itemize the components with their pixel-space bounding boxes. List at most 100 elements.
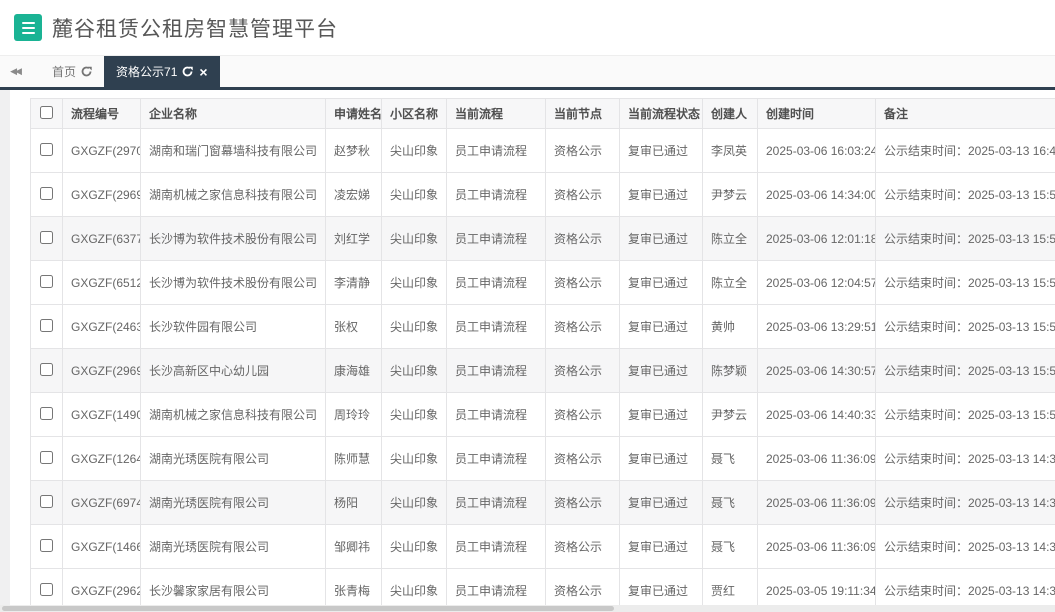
column-header-creator: 创建人 bbox=[703, 99, 758, 129]
cell-company: 湖南光琇医院有限公司 bbox=[141, 525, 326, 569]
table-body: GXGZF(29706) 湖南和瑞门窗幕墙科技有限公司 赵梦秋 尖山印象 员工申… bbox=[31, 129, 1055, 612]
refresh-icon[interactable] bbox=[81, 66, 92, 77]
cell-applicant: 陈师慧 bbox=[326, 437, 382, 481]
cell-applicant: 邹卿祎 bbox=[326, 525, 382, 569]
cell-community: 尖山印象 bbox=[382, 261, 447, 305]
cell-status: 复审已通过 bbox=[620, 481, 703, 525]
cell-company: 湖南光琇医院有限公司 bbox=[141, 437, 326, 481]
table-row[interactable]: GXGZF(29698) 湖南机械之家信息科技有限公司 凌宏娣 尖山印象 员工申… bbox=[31, 173, 1055, 217]
cell-community: 尖山印象 bbox=[382, 481, 447, 525]
cell-community: 尖山印象 bbox=[382, 173, 447, 217]
cell-process-id: GXGZF(29698) bbox=[63, 173, 141, 217]
scrollbar-thumb[interactable] bbox=[2, 606, 614, 611]
cell-created-at: 2025-03-06 14:34:00 bbox=[758, 173, 876, 217]
cell-creator: 尹梦云 bbox=[703, 173, 758, 217]
table-row[interactable]: GXGZF(6512) 长沙博为软件技术股份有限公司 李清静 尖山印象 员工申请… bbox=[31, 261, 1055, 305]
table-row[interactable]: GXGZF(14665) 湖南光琇医院有限公司 邹卿祎 尖山印象 员工申请流程 … bbox=[31, 525, 1055, 569]
row-checkbox[interactable] bbox=[40, 451, 53, 464]
cell-node: 资格公示 bbox=[546, 261, 620, 305]
cell-node: 资格公示 bbox=[546, 525, 620, 569]
table-row[interactable]: GXGZF(6974) 湖南光琇医院有限公司 杨阳 尖山印象 员工申请流程 资格… bbox=[31, 481, 1055, 525]
double-left-icon[interactable]: ◀◀ bbox=[0, 56, 30, 87]
column-header-status: 当前流程状态 bbox=[620, 99, 703, 129]
cell-company: 湖南机械之家信息科技有限公司 bbox=[141, 393, 326, 437]
refresh-icon[interactable] bbox=[182, 66, 193, 77]
select-all-checkbox[interactable] bbox=[40, 106, 53, 119]
row-checkbox[interactable] bbox=[40, 143, 53, 156]
cell-flow: 员工申请流程 bbox=[447, 305, 546, 349]
cell-remark: 公示结束时间：2025-03-13 15:51:41 bbox=[876, 305, 1055, 349]
cell-company: 长沙博为软件技术股份有限公司 bbox=[141, 261, 326, 305]
row-checkbox[interactable] bbox=[40, 495, 53, 508]
cell-applicant: 杨阳 bbox=[326, 481, 382, 525]
tab-bar: ◀◀ 首页 资格公示71 × bbox=[0, 55, 1055, 90]
column-header-remark: 备注 bbox=[876, 99, 1055, 129]
cell-community: 尖山印象 bbox=[382, 217, 447, 261]
cell-company: 湖南和瑞门窗幕墙科技有限公司 bbox=[141, 129, 326, 173]
cell-company: 长沙软件园有限公司 bbox=[141, 305, 326, 349]
tab-home-label: 首页 bbox=[52, 63, 76, 80]
table-row[interactable]: GXGZF(29697) 长沙高新区中心幼儿园 康海雄 尖山印象 员工申请流程 … bbox=[31, 349, 1055, 393]
tab-qualification-publicity[interactable]: 资格公示71 × bbox=[104, 56, 220, 87]
cell-status: 复审已通过 bbox=[620, 437, 703, 481]
cell-creator: 李凤英 bbox=[703, 129, 758, 173]
cell-created-at: 2025-03-06 14:40:33 bbox=[758, 393, 876, 437]
page-title: 麓谷租赁公租房智慧管理平台 bbox=[52, 13, 338, 43]
cell-flow: 员工申请流程 bbox=[447, 481, 546, 525]
row-checkbox[interactable] bbox=[40, 275, 53, 288]
table-row[interactable]: GXGZF(29706) 湖南和瑞门窗幕墙科技有限公司 赵梦秋 尖山印象 员工申… bbox=[31, 129, 1055, 173]
table-row[interactable]: GXGZF(6377) 长沙博为软件技术股份有限公司 刘红学 尖山印象 员工申请… bbox=[31, 217, 1055, 261]
row-checkbox[interactable] bbox=[40, 539, 53, 552]
cell-creator: 陈梦颖 bbox=[703, 349, 758, 393]
row-checkbox[interactable] bbox=[40, 231, 53, 244]
cell-flow: 员工申请流程 bbox=[447, 129, 546, 173]
row-checkbox[interactable] bbox=[40, 407, 53, 420]
tab-qualification-label: 资格公示71 bbox=[116, 63, 177, 80]
column-header-community: 小区名称 bbox=[382, 99, 447, 129]
cell-community: 尖山印象 bbox=[382, 525, 447, 569]
cell-created-at: 2025-03-06 11:36:09 bbox=[758, 437, 876, 481]
cell-status: 复审已通过 bbox=[620, 525, 703, 569]
cell-community: 尖山印象 bbox=[382, 349, 447, 393]
column-header-node: 当前节点 bbox=[546, 99, 620, 129]
cell-community: 尖山印象 bbox=[382, 129, 447, 173]
left-gutter bbox=[0, 90, 10, 612]
cell-remark: 公示结束时间：2025-03-13 15:52:15 bbox=[876, 217, 1055, 261]
cell-community: 尖山印象 bbox=[382, 393, 447, 437]
content-area: 流程编号 企业名称 申请姓名 小区名称 当前流程 当前节点 当前流程状态 创建人… bbox=[0, 90, 1055, 612]
cell-node: 资格公示 bbox=[546, 481, 620, 525]
cell-status: 复审已通过 bbox=[620, 349, 703, 393]
cell-remark: 公示结束时间：2025-03-13 14:38:29 bbox=[876, 525, 1055, 569]
cell-remark: 公示结束时间：2025-03-13 15:52:28 bbox=[876, 173, 1055, 217]
table-panel: 流程编号 企业名称 申请姓名 小区名称 当前流程 当前节点 当前流程状态 创建人… bbox=[10, 98, 1055, 612]
row-checkbox[interactable] bbox=[40, 319, 53, 332]
row-checkbox[interactable] bbox=[40, 187, 53, 200]
cell-creator: 黄帅 bbox=[703, 305, 758, 349]
horizontal-scrollbar[interactable] bbox=[0, 605, 1055, 612]
cell-remark: 公示结束时间：2025-03-13 15:51:06 bbox=[876, 393, 1055, 437]
table-header-row: 流程编号 企业名称 申请姓名 小区名称 当前流程 当前节点 当前流程状态 创建人… bbox=[31, 99, 1055, 129]
cell-process-id: GXGZF(2463) bbox=[63, 305, 141, 349]
cell-status: 复审已通过 bbox=[620, 217, 703, 261]
table-row[interactable]: GXGZF(2463) 长沙软件园有限公司 张权 尖山印象 员工申请流程 资格公… bbox=[31, 305, 1055, 349]
cell-remark: 公示结束时间：2025-03-13 16:43:40 bbox=[876, 129, 1055, 173]
hamburger-icon bbox=[22, 22, 35, 24]
hamburger-menu-button[interactable] bbox=[14, 14, 42, 41]
cell-company: 湖南机械之家信息科技有限公司 bbox=[141, 173, 326, 217]
cell-status: 复审已通过 bbox=[620, 261, 703, 305]
row-checkbox[interactable] bbox=[40, 363, 53, 376]
cell-process-id: GXGZF(6377) bbox=[63, 217, 141, 261]
table-row[interactable]: GXGZF(12648) 湖南光琇医院有限公司 陈师慧 尖山印象 员工申请流程 … bbox=[31, 437, 1055, 481]
cell-company: 湖南光琇医院有限公司 bbox=[141, 481, 326, 525]
cell-node: 资格公示 bbox=[546, 217, 620, 261]
cell-process-id: GXGZF(14909) bbox=[63, 393, 141, 437]
table-row[interactable]: GXGZF(14909) 湖南机械之家信息科技有限公司 周玲玲 尖山印象 员工申… bbox=[31, 393, 1055, 437]
tab-home[interactable]: 首页 bbox=[40, 56, 104, 87]
cell-created-at: 2025-03-06 11:36:09 bbox=[758, 525, 876, 569]
cell-process-id: GXGZF(6974) bbox=[63, 481, 141, 525]
cell-flow: 员工申请流程 bbox=[447, 525, 546, 569]
close-icon[interactable]: × bbox=[199, 65, 207, 79]
cell-creator: 聂飞 bbox=[703, 525, 758, 569]
row-checkbox[interactable] bbox=[40, 583, 53, 596]
cell-flow: 员工申请流程 bbox=[447, 349, 546, 393]
